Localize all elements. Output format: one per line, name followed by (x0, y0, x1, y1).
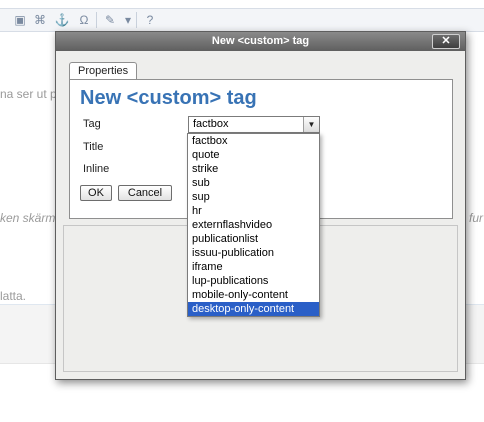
image-icon[interactable]: ▣ (12, 12, 28, 28)
toolbar-separator (136, 12, 137, 28)
toolbar-separator (96, 12, 97, 28)
omega-icon[interactable]: Ω (76, 12, 92, 28)
dialog-titlebar[interactable]: New <custom> tag ✕ (56, 32, 465, 51)
dropdown-option[interactable]: mobile-only-content (188, 288, 319, 302)
chevron-down-icon[interactable]: ▾ (120, 12, 136, 28)
tag-dropdown-list: factbox quote strike sub sup hr externflashvid… (187, 133, 320, 317)
edit-icon[interactable]: ✎ (102, 12, 118, 28)
tag-select-value: factbox (193, 118, 229, 130)
editor-text-snippet: latta. (0, 289, 27, 303)
dropdown-option[interactable]: desktop-only-content (188, 302, 319, 316)
dropdown-option[interactable]: iframe (188, 260, 319, 274)
tag-select[interactable]: factbox ▼ (188, 116, 320, 133)
dropdown-option[interactable]: sub (188, 176, 319, 190)
editor-text-snippet: ken skärm (0, 211, 56, 225)
dropdown-option[interactable]: lup-publications (188, 274, 319, 288)
ok-button[interactable]: OK (80, 185, 112, 201)
link-icon[interactable]: ⌘ (32, 12, 48, 28)
dropdown-option[interactable]: strike (188, 162, 319, 176)
close-button[interactable]: ✕ (432, 34, 460, 49)
tag-label: Tag (83, 118, 101, 130)
cancel-button[interactable]: Cancel (118, 185, 172, 201)
dropdown-option[interactable]: sup (188, 190, 319, 204)
inline-label: Inline (83, 163, 110, 175)
dropdown-option[interactable]: quote (188, 148, 319, 162)
editor-text-snippet: fur (469, 211, 484, 225)
panel-heading: New <custom> tag (80, 87, 257, 109)
chevron-down-icon[interactable]: ▼ (303, 117, 319, 132)
dialog-title: New <custom> tag (211, 35, 310, 47)
close-icon: ✕ (441, 35, 451, 47)
title-label: Title (83, 141, 104, 153)
dropdown-option[interactable]: publicationlist (188, 232, 319, 246)
editor-toolbar: ▣ ⌘ ⚓ Ω ✎ ▾ ? (0, 8, 484, 32)
dropdown-option[interactable]: externflashvideo (188, 218, 319, 232)
dropdown-option[interactable]: hr (188, 204, 319, 218)
help-icon[interactable]: ? (142, 12, 158, 28)
anchor-icon[interactable]: ⚓ (54, 12, 70, 28)
dropdown-option[interactable]: issuu-publication (188, 246, 319, 260)
dropdown-option[interactable]: factbox (188, 134, 319, 148)
editor-text-snippet: na ser ut p (0, 87, 57, 101)
